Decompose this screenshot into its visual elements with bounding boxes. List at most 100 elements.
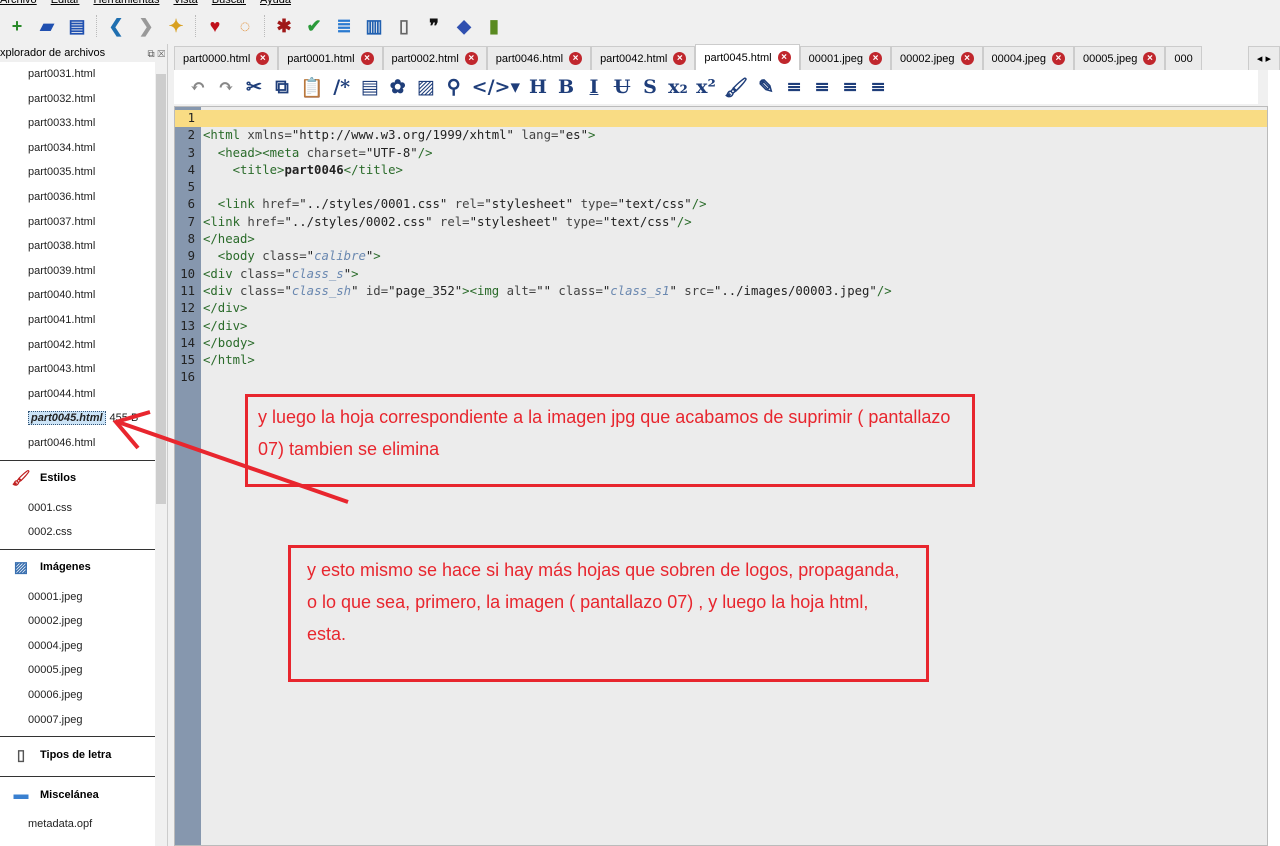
menu-vista[interactable]: Vista	[173, 0, 197, 8]
code-line[interactable]: 2 <html xmlns="http://www.w3.org/1999/xht…	[175, 127, 1267, 144]
reports-icon[interactable]: ▮	[483, 15, 505, 37]
menu-archivo[interactable]: Archivo	[0, 0, 37, 8]
code-line[interactable]: 4 <title>part0046</title>	[175, 162, 1267, 179]
pin-icon[interactable]: ✦	[165, 15, 187, 37]
code-line[interactable]: 9 <body class="calibre">	[175, 248, 1267, 265]
align-center-icon[interactable]: ≡	[812, 76, 832, 98]
file-item[interactable]: part0042.html	[0, 333, 156, 358]
redo-icon[interactable]: ↷	[216, 76, 236, 98]
bug-icon[interactable]: ✱	[273, 15, 295, 37]
close-tab-icon[interactable]: ×	[777, 51, 791, 64]
close-tab-icon[interactable]: ×	[569, 52, 583, 65]
comment-icon[interactable]: /*	[332, 76, 352, 98]
tab-00004-jpeg[interactable]: 00004.jpeg ×	[982, 46, 1074, 70]
file-item[interactable]: 00002.jpeg	[0, 609, 156, 634]
menu-ayuda[interactable]: Ayuda	[260, 0, 291, 8]
file-item[interactable]: part0031.html	[0, 62, 156, 87]
html-icon[interactable]: ▤	[360, 76, 380, 98]
copy-icon[interactable]: ⧉	[272, 76, 292, 98]
tab-part0000-html[interactable]: part0000.html ×	[174, 46, 279, 70]
toc-icon[interactable]: ≣	[333, 15, 355, 37]
file-item[interactable]: 0002.css	[0, 520, 156, 545]
brush-icon[interactable]: 🖌	[724, 76, 748, 99]
file-item[interactable]: part0035.html	[0, 160, 156, 185]
bold-icon[interactable]: B	[556, 76, 576, 98]
menu-herramientas[interactable]: Herramientas	[93, 0, 159, 8]
code-line[interactable]: 6 <link href="../styles/0001.css" rel="s…	[175, 196, 1267, 213]
code-line[interactable]: 3 <head><meta charset="UTF-8"/>	[175, 145, 1267, 162]
menu-buscar[interactable]: Buscar	[212, 0, 246, 8]
file-item[interactable]: part0040.html	[0, 283, 156, 308]
code-line[interactable]: 5	[175, 179, 1267, 196]
save-icon[interactable]: ▤	[66, 15, 88, 37]
tab-part0001-html[interactable]: part0001.html ×	[278, 46, 383, 70]
italic-icon[interactable]: I	[584, 76, 604, 98]
file-item[interactable]: part0037.html	[0, 210, 156, 235]
strikethrough-icon[interactable]: S	[640, 76, 660, 98]
code-line[interactable]: 15 </html>	[175, 352, 1267, 369]
file-item[interactable]: part0043.html	[0, 357, 156, 382]
file-item[interactable]: part0036.html	[0, 185, 156, 210]
tab-part0045-html[interactable]: part0045.html ×	[695, 44, 800, 70]
code-line[interactable]: 16	[175, 369, 1267, 386]
editor-scrollbar[interactable]	[1268, 70, 1280, 846]
new-file-icon[interactable]: +	[6, 15, 28, 37]
close-tab-icon[interactable]: ×	[360, 52, 374, 65]
tab-part0042-html[interactable]: part0042.html ×	[591, 46, 696, 70]
book-icon[interactable]: ▥	[363, 15, 385, 37]
close-tab-icon[interactable]: ×	[960, 52, 974, 65]
tab-part0002-html[interactable]: part0002.html ×	[382, 46, 487, 70]
tab-00005-jpeg[interactable]: 00005.jpeg ×	[1073, 46, 1166, 70]
subscript-icon[interactable]: x₂	[668, 76, 688, 98]
undo-icon[interactable]: ↶	[188, 76, 208, 98]
close-tab-icon[interactable]: ×	[256, 52, 270, 65]
code-line[interactable]: 1	[175, 110, 1267, 128]
code-line[interactable]: 10 <div class="class_s">	[175, 266, 1267, 283]
link-icon[interactable]: ⚲	[444, 76, 464, 98]
file-item[interactable]: part0038.html	[0, 234, 156, 259]
align-right-icon[interactable]: ≡	[840, 76, 860, 98]
menu-editar[interactable]: Editar	[51, 0, 80, 8]
folder-images[interactable]: ▨ Imágenes	[0, 548, 156, 585]
tab-00002-jpeg[interactable]: 00002.jpeg ×	[891, 46, 983, 70]
close-tab-icon[interactable]: ×	[673, 52, 687, 65]
file-item[interactable]: part0033.html	[0, 111, 156, 136]
font-file-icon[interactable]: ▯	[393, 15, 415, 37]
tab-00001-jpeg[interactable]: 00001.jpeg ×	[799, 46, 892, 70]
forward-icon[interactable]: ❯	[135, 15, 157, 37]
flower-icon[interactable]: ✿	[388, 76, 408, 98]
code-line[interactable]: 8 </head>	[175, 231, 1267, 248]
tab-part0046-html[interactable]: part0046.html ×	[486, 46, 592, 70]
code-line[interactable]: 11 <div class="class_sh" id="page_352"><i…	[175, 283, 1267, 300]
heading-icon[interactable]: H	[528, 76, 548, 98]
tab-scroll-arrows[interactable]: ◂ ▸	[1247, 46, 1280, 70]
quote-icon[interactable]: ❞	[423, 15, 445, 37]
underline-icon[interactable]: U	[612, 76, 632, 98]
image-icon[interactable]: ▨	[416, 76, 436, 98]
open-folder-icon[interactable]: ▰	[36, 15, 58, 37]
paste-icon[interactable]: 📋	[300, 76, 324, 99]
file-item[interactable]: 00004.jpeg	[0, 634, 156, 659]
close-tab-icon[interactable]: ×	[869, 52, 883, 65]
close-tab-icon[interactable]: ×	[1143, 52, 1157, 65]
tab-000[interactable]: 000	[1165, 46, 1202, 70]
file-item[interactable]: 00005.jpeg	[0, 658, 156, 683]
code-line[interactable]: 13 </div>	[175, 318, 1267, 335]
cut-icon[interactable]: ✂	[244, 76, 264, 98]
file-item[interactable]: 00006.jpeg	[0, 683, 156, 708]
spellcheck-icon[interactable]: ✔	[303, 15, 325, 37]
code-line[interactable]: 14 </body>	[175, 335, 1267, 352]
justify-icon[interactable]: ≡	[868, 76, 888, 98]
clear-format-icon[interactable]: ✎	[756, 76, 776, 98]
folder-misc[interactable]: ▬ Miscelánea	[0, 776, 156, 812]
heart-icon[interactable]: ♥	[204, 15, 226, 37]
code-icon[interactable]: </>▾	[472, 76, 520, 98]
code-lines[interactable]: 1 2 <html xmlns="http://www.w3.org/1999/xh…	[175, 110, 1267, 387]
file-item[interactable]: part0039.html	[0, 259, 156, 284]
file-item[interactable]: part0032.html	[0, 87, 156, 112]
file-item[interactable]: 00007.jpeg	[0, 708, 156, 733]
align-left-icon[interactable]: ≡	[784, 76, 804, 98]
file-item[interactable]: metadata.opf	[0, 812, 156, 837]
file-item[interactable]: part0041.html	[0, 308, 156, 333]
code-line[interactable]: 12 </div>	[175, 300, 1267, 317]
